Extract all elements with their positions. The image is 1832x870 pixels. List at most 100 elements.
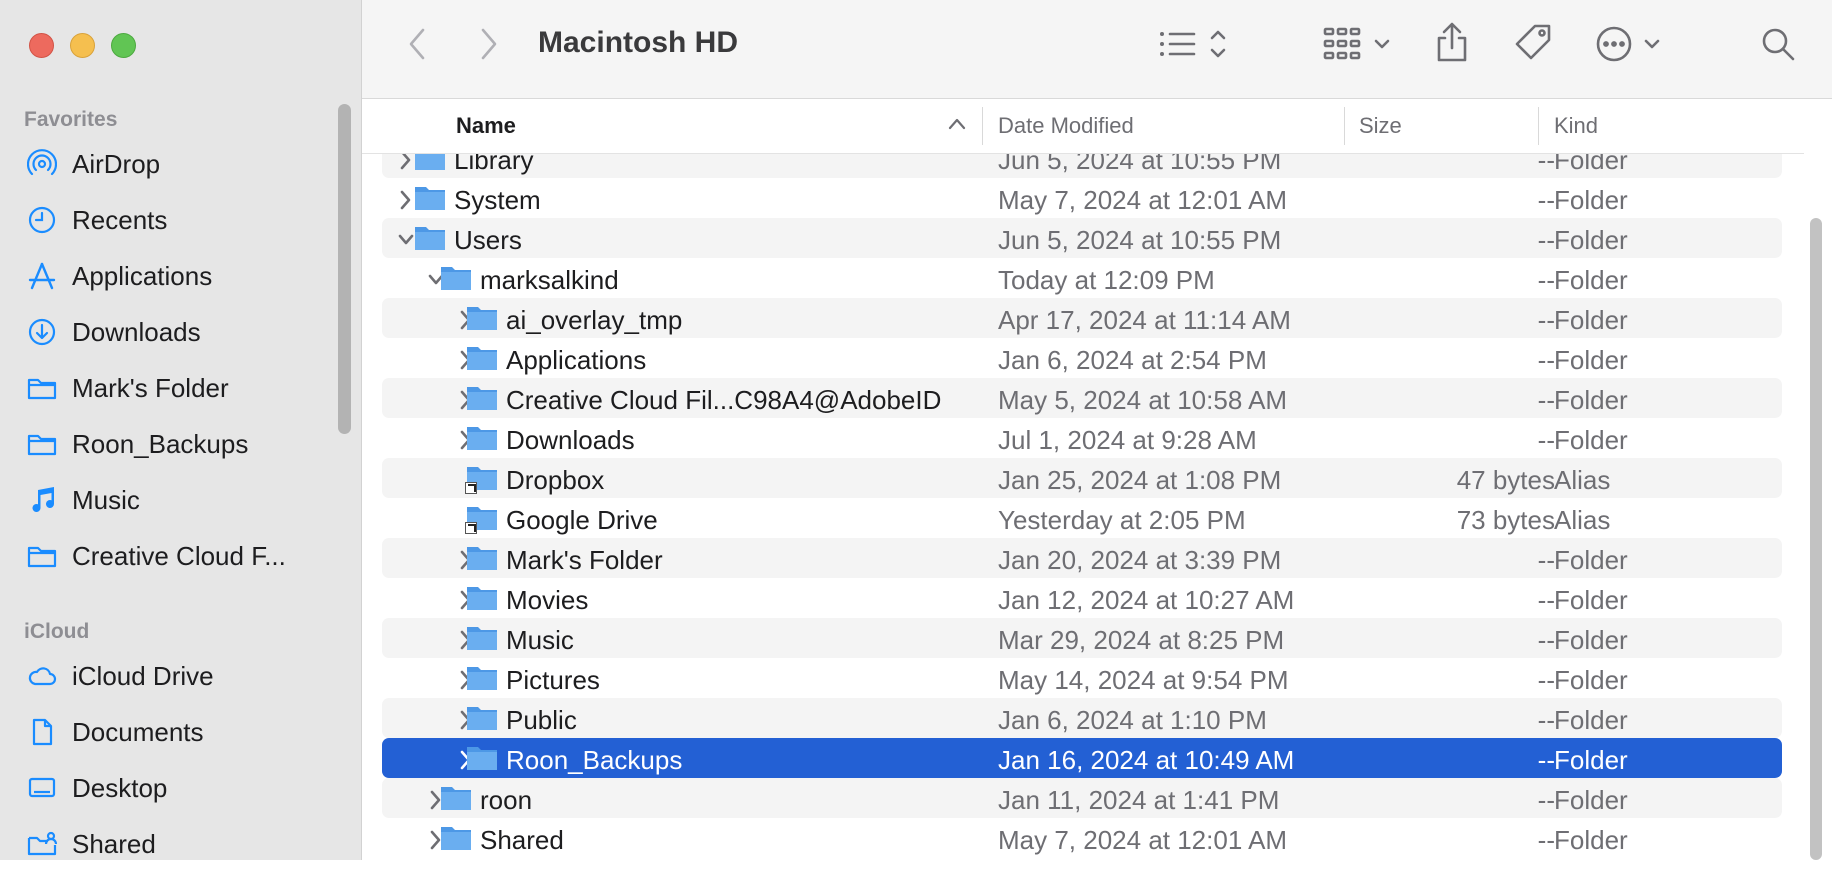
view-options-button[interactable] xyxy=(1157,24,1231,68)
column-divider[interactable] xyxy=(1538,107,1539,145)
file-name: Movies xyxy=(506,585,589,615)
sidebar-item-shared[interactable]: Shared xyxy=(26,818,321,870)
sidebar-item-airdrop[interactable]: AirDrop xyxy=(26,138,321,190)
file-size: -- xyxy=(1537,825,1555,855)
folder-icon xyxy=(466,343,498,373)
table-row[interactable]: roon Jan 11, 2024 at 1:41 PM -- Folder xyxy=(382,778,1782,818)
date-modified: Apr 17, 2024 at 11:14 AM xyxy=(998,305,1291,335)
table-row[interactable]: Pictures May 14, 2024 at 9:54 PM -- Folder xyxy=(382,658,1782,698)
file-size: -- xyxy=(1537,585,1555,615)
column-divider[interactable] xyxy=(1344,107,1345,145)
forward-button[interactable] xyxy=(474,26,504,66)
column-divider[interactable] xyxy=(982,107,983,145)
date-modified: Jan 25, 2024 at 1:08 PM xyxy=(998,465,1282,495)
table-row-selected[interactable]: Roon_Backups Jan 16, 2024 at 10:49 AM -- Fo… xyxy=(382,738,1782,778)
sidebar-item-music[interactable]: Music xyxy=(26,474,321,526)
share-button[interactable] xyxy=(1432,20,1472,68)
sidebar-item-recents[interactable]: Recents xyxy=(26,194,321,246)
back-button[interactable] xyxy=(402,26,432,66)
file-kind: Folder xyxy=(1554,705,1628,735)
file-kind: Folder xyxy=(1554,665,1628,695)
table-row[interactable]: Music Mar 29, 2024 at 8:25 PM -- Folder xyxy=(382,618,1782,658)
folder-icon xyxy=(466,303,498,333)
ellipsis-icon xyxy=(1594,24,1670,69)
table-row[interactable]: Google Drive Yesterday at 2:05 PM 73 bytes… xyxy=(382,498,1782,538)
file-kind: Folder xyxy=(1554,345,1628,375)
table-row[interactable]: Public Jan 6, 2024 at 1:10 PM -- Folder xyxy=(382,698,1782,738)
table-row[interactable]: Users Jun 5, 2024 at 10:55 PM -- Folder xyxy=(382,218,1782,258)
folder-icon xyxy=(466,703,498,733)
cloud-icon xyxy=(26,660,58,692)
airdrop-icon xyxy=(26,148,58,180)
sidebar-item-applications[interactable]: Applications xyxy=(26,250,321,302)
folder-icon xyxy=(466,583,498,613)
group-icon xyxy=(1322,24,1398,69)
table-row[interactable]: marksalkind Today at 12:09 PM -- Folder xyxy=(382,258,1782,298)
folder-icon xyxy=(414,183,446,213)
sidebar-item-creative-cloud[interactable]: Creative Cloud F... xyxy=(26,530,321,582)
file-kind: Folder xyxy=(1554,225,1628,255)
file-kind: Folder xyxy=(1554,825,1628,855)
file-name: Mark's Folder xyxy=(506,545,663,575)
minimize-window-button[interactable] xyxy=(70,33,95,58)
file-kind: Folder xyxy=(1554,625,1628,655)
folder-icon xyxy=(26,428,58,460)
list-scrollbar[interactable] xyxy=(1810,218,1822,860)
desktop-icon xyxy=(26,772,58,804)
date-column-header[interactable]: Date Modified xyxy=(998,113,1134,139)
clock-icon xyxy=(26,204,58,236)
name-column-header[interactable]: Name xyxy=(456,113,516,139)
file-kind: Folder xyxy=(1554,305,1628,335)
date-modified: May 7, 2024 at 12:01 AM xyxy=(998,185,1288,215)
sidebar-item-label: Shared xyxy=(72,828,156,859)
sidebar-item-marks-folder[interactable]: Mark's Folder xyxy=(26,362,321,414)
zoom-window-button[interactable] xyxy=(111,33,136,58)
file-size: -- xyxy=(1537,545,1555,575)
file-name: Pictures xyxy=(506,665,600,695)
table-row[interactable]: Movies Jan 12, 2024 at 10:27 AM -- Folder xyxy=(382,578,1782,618)
table-row[interactable]: Mark's Folder Jan 20, 2024 at 3:39 PM -- Fo… xyxy=(382,538,1782,578)
tag-icon xyxy=(1513,22,1555,69)
table-row[interactable]: System May 7, 2024 at 12:01 AM -- Folder xyxy=(382,178,1782,218)
group-button[interactable] xyxy=(1322,24,1398,68)
size-column-header[interactable]: Size xyxy=(1359,113,1402,139)
file-kind: Alias xyxy=(1554,505,1611,535)
icloud-heading: iCloud xyxy=(24,620,90,643)
sidebar-item-desktop[interactable]: Desktop xyxy=(26,762,321,814)
date-modified: May 7, 2024 at 12:01 AM xyxy=(998,825,1288,855)
sidebar-item-downloads[interactable]: Downloads xyxy=(26,306,321,358)
table-row[interactable]: Library Jun 5, 2024 at 10:55 PM -- Folder xyxy=(382,154,1782,178)
tag-button[interactable] xyxy=(1512,22,1556,68)
disclosure-open-icon[interactable] xyxy=(397,227,415,249)
file-kind: Folder xyxy=(1554,265,1628,295)
applications-icon xyxy=(26,260,58,292)
file-size: -- xyxy=(1537,425,1555,455)
search-button[interactable] xyxy=(1756,24,1800,68)
file-name: Creative Cloud Fil...C98A4@AdobeID xyxy=(506,385,942,415)
folder-icon xyxy=(466,383,498,413)
table-row[interactable]: Applications Jan 6, 2024 at 2:54 PM -- Fold… xyxy=(382,338,1782,378)
file-name: Applications xyxy=(506,345,647,375)
sidebar-item-roon-backups[interactable]: Roon_Backups xyxy=(26,418,321,470)
toolbar: Macintosh HD xyxy=(362,0,1832,99)
file-name: Dropbox xyxy=(506,465,605,495)
table-row[interactable]: Shared May 7, 2024 at 12:01 AM -- Folder xyxy=(382,818,1782,858)
file-name: ai_overlay_tmp xyxy=(506,305,683,335)
table-row[interactable]: Dropbox Jan 25, 2024 at 1:08 PM 47 bytes Al… xyxy=(382,458,1782,498)
table-row[interactable]: ai_overlay_tmp Apr 17, 2024 at 11:14 AM --… xyxy=(382,298,1782,338)
table-row[interactable]: Creative Cloud Fil...C98A4@AdobeID May 5,… xyxy=(382,378,1782,418)
table-row[interactable]: Downloads Jul 1, 2024 at 9:28 AM -- Folder xyxy=(382,418,1782,458)
sidebar-scrollbar[interactable] xyxy=(338,104,351,434)
disclosure-closed-icon[interactable] xyxy=(397,154,415,170)
sidebar-item-icloud-drive[interactable]: iCloud Drive xyxy=(26,650,321,702)
disclosure-closed-icon[interactable] xyxy=(397,187,415,210)
close-window-button[interactable] xyxy=(29,33,54,58)
sidebar-item-label: Mark's Folder xyxy=(72,372,229,403)
file-name: roon xyxy=(480,785,533,815)
more-actions-button[interactable] xyxy=(1594,24,1670,68)
kind-column-header[interactable]: Kind xyxy=(1554,113,1598,139)
download-icon xyxy=(26,316,58,348)
sidebar-item-documents[interactable]: Documents xyxy=(26,706,321,758)
date-modified: Jun 5, 2024 at 10:55 PM xyxy=(998,154,1282,175)
sidebar: Favorites AirDrop Recents Applications D… xyxy=(0,0,362,860)
